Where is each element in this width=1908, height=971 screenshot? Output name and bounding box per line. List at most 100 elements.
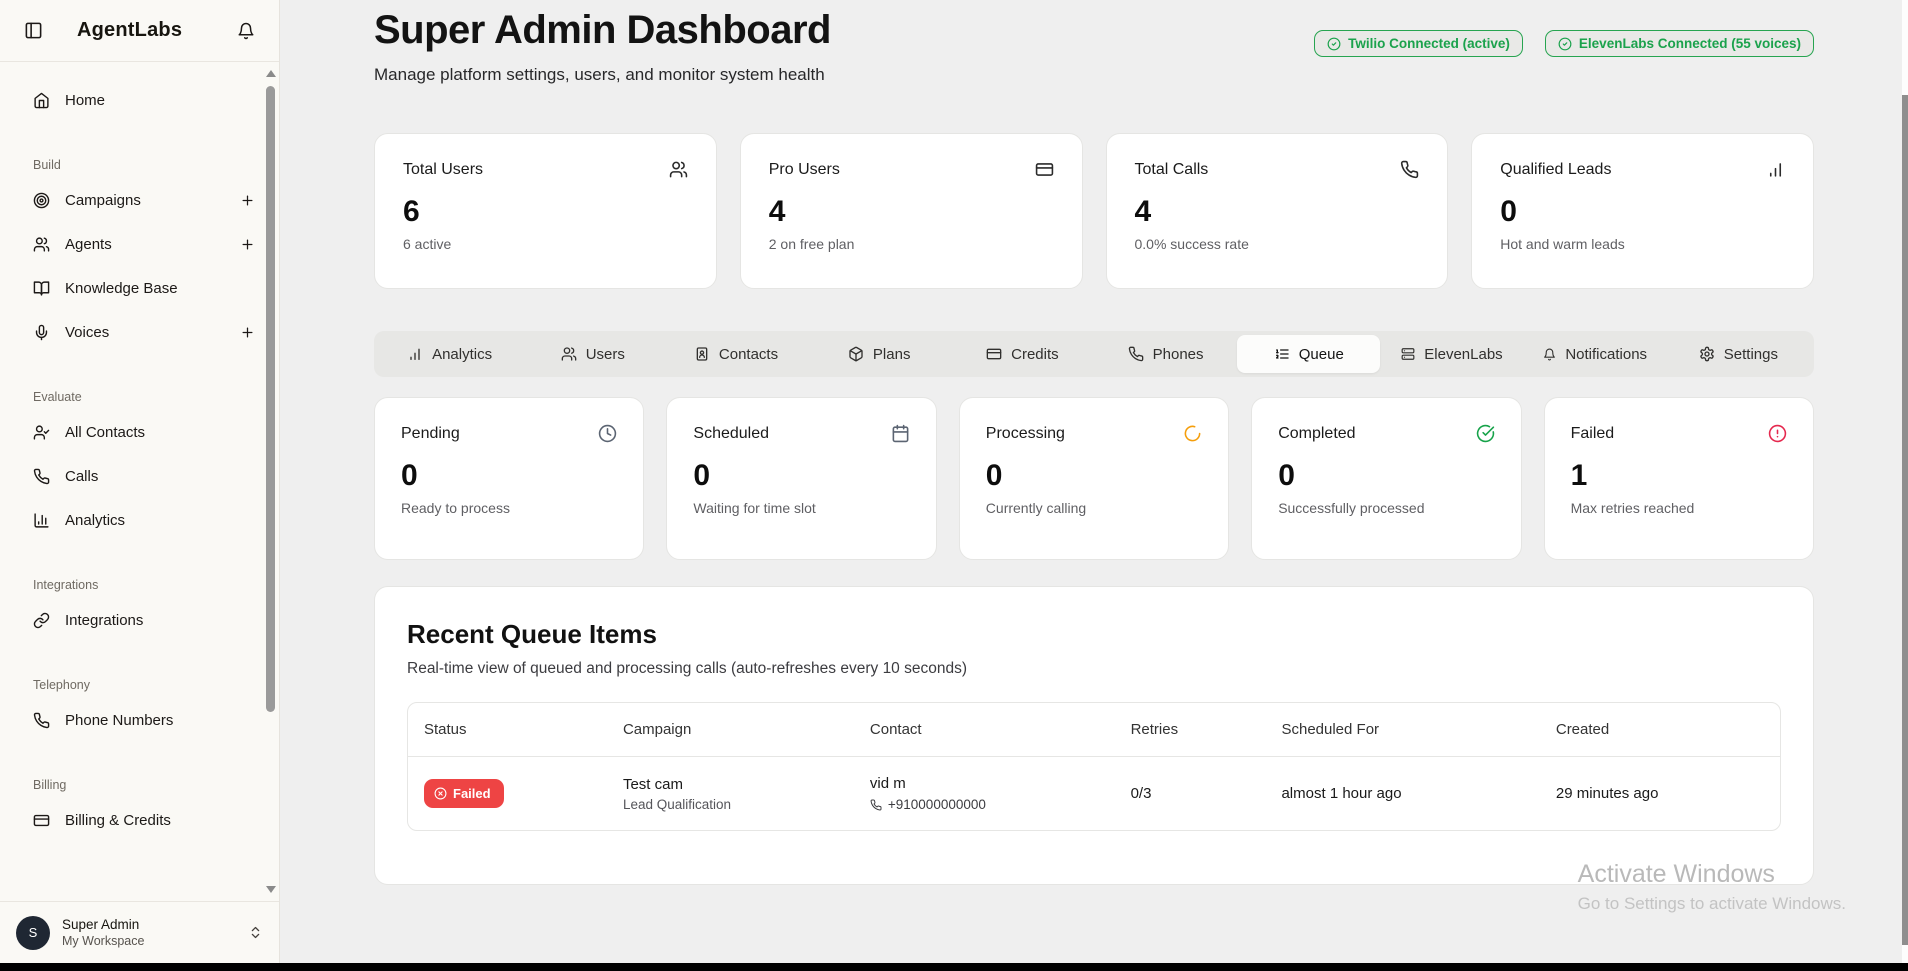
sidebar-section-billing: Billing bbox=[14, 778, 269, 792]
package-icon bbox=[848, 346, 864, 362]
tab-settings[interactable]: Settings bbox=[1667, 335, 1810, 373]
sidebar-item-label: Voices bbox=[65, 324, 109, 341]
mic-icon bbox=[33, 324, 50, 341]
server-icon bbox=[1401, 347, 1415, 361]
tab-elevenlabs[interactable]: ElevenLabs bbox=[1380, 335, 1523, 373]
target-icon bbox=[33, 192, 50, 209]
users-icon bbox=[561, 346, 577, 362]
book-open-icon bbox=[33, 280, 50, 297]
queue-sub: Successfully processed bbox=[1278, 500, 1494, 516]
signal-bars-icon bbox=[407, 346, 423, 362]
campaign-name: Test cam bbox=[623, 776, 838, 793]
col-contact: Contact bbox=[854, 703, 1115, 757]
queue-value: 0 bbox=[986, 459, 1202, 493]
user-name: Super Admin bbox=[62, 917, 144, 932]
plus-icon[interactable] bbox=[240, 237, 255, 252]
credit-card-icon bbox=[1035, 160, 1054, 179]
queue-sub: Ready to process bbox=[401, 500, 617, 516]
workspace-switcher[interactable]: S Super Admin My Workspace bbox=[0, 901, 279, 963]
spinner-icon bbox=[1183, 424, 1202, 443]
queue-sub: Max retries reached bbox=[1571, 500, 1787, 516]
col-campaign: Campaign bbox=[607, 703, 854, 757]
stat-sub: 6 active bbox=[403, 236, 688, 252]
col-created: Created bbox=[1540, 703, 1780, 757]
queue-value: 0 bbox=[1278, 459, 1494, 493]
queue-card-scheduled: Scheduled 0 Waiting for time slot bbox=[666, 397, 936, 560]
plus-icon[interactable] bbox=[240, 325, 255, 340]
sidebar-item-analytics[interactable]: Analytics bbox=[14, 498, 269, 542]
stat-card-total-users: Total Users 6 6 active bbox=[374, 133, 717, 289]
calendar-icon bbox=[891, 424, 910, 443]
bell-icon[interactable] bbox=[237, 22, 255, 40]
sidebar-section-evaluate: Evaluate bbox=[14, 390, 269, 404]
sidebar-item-campaigns[interactable]: Campaigns bbox=[14, 178, 269, 222]
queue-card-pending: Pending 0 Ready to process bbox=[374, 397, 644, 560]
sidebar-item-home[interactable]: Home bbox=[14, 78, 269, 122]
home-icon bbox=[33, 92, 50, 109]
page-title: Super Admin Dashboard bbox=[374, 8, 831, 53]
tab-plans[interactable]: Plans bbox=[808, 335, 951, 373]
created-value: 29 minutes ago bbox=[1556, 785, 1659, 802]
tab-contacts[interactable]: Contacts bbox=[664, 335, 807, 373]
signal-bars-icon bbox=[1766, 160, 1785, 179]
tab-bar: Analytics Users Contacts Plans Credits bbox=[374, 331, 1814, 377]
sidebar-item-integrations[interactable]: Integrations bbox=[14, 598, 269, 642]
sidebar-item-voices[interactable]: Voices bbox=[14, 310, 269, 354]
alert-circle-icon bbox=[1768, 424, 1787, 443]
sidebar-item-label: Analytics bbox=[65, 512, 125, 529]
twilio-status-badge: Twilio Connected (active) bbox=[1314, 30, 1523, 57]
contact-name: vid m bbox=[870, 775, 1099, 792]
contact-phone: +910000000000 bbox=[888, 797, 986, 812]
clock-icon bbox=[598, 424, 617, 443]
retries-value: 0/3 bbox=[1131, 785, 1152, 802]
sidebar: AgentLabs Home Build Campaigns Agents bbox=[0, 0, 280, 971]
app-window: AgentLabs Home Build Campaigns Agents bbox=[0, 0, 1908, 971]
sidebar-item-billing-credits[interactable]: Billing & Credits bbox=[14, 798, 269, 842]
table-row[interactable]: Failed Test cam Lead Qualification vid m bbox=[408, 757, 1780, 831]
scrollbar-thumb[interactable] bbox=[266, 86, 275, 712]
campaign-type: Lead Qualification bbox=[623, 797, 838, 812]
queue-value: 0 bbox=[401, 459, 617, 493]
sidebar-item-label: Agents bbox=[65, 236, 112, 253]
sidebar-item-agents[interactable]: Agents bbox=[14, 222, 269, 266]
chevrons-up-down-icon bbox=[248, 925, 263, 940]
col-retries: Retries bbox=[1115, 703, 1266, 757]
tab-queue[interactable]: Queue bbox=[1237, 335, 1380, 373]
page-scrollbar[interactable] bbox=[1902, 0, 1908, 963]
sidebar-item-label: Calls bbox=[65, 468, 98, 485]
credit-card-icon bbox=[986, 346, 1002, 362]
queue-card-failed: Failed 1 Max retries reached bbox=[1544, 397, 1814, 560]
users-icon bbox=[33, 236, 50, 253]
tab-phones[interactable]: Phones bbox=[1094, 335, 1237, 373]
sidebar-section-telephony: Telephony bbox=[14, 678, 269, 692]
table-header-row: Status Campaign Contact Retries Schedule… bbox=[408, 703, 1780, 757]
sidebar-item-all-contacts[interactable]: All Contacts bbox=[14, 410, 269, 454]
tab-analytics[interactable]: Analytics bbox=[378, 335, 521, 373]
scroll-up-arrow[interactable] bbox=[266, 70, 276, 77]
sidebar-item-phone-numbers[interactable]: Phone Numbers bbox=[14, 698, 269, 742]
scrollbar-thumb[interactable] bbox=[1902, 95, 1908, 945]
stat-sub: Hot and warm leads bbox=[1500, 236, 1785, 252]
tab-credits[interactable]: Credits bbox=[951, 335, 1094, 373]
workspace-name: My Workspace bbox=[62, 934, 144, 948]
sidebar-item-label: Campaigns bbox=[65, 192, 141, 209]
tab-notifications[interactable]: Notifications bbox=[1524, 335, 1667, 373]
sidebar-item-label: All Contacts bbox=[65, 424, 145, 441]
panel-toggle-icon[interactable] bbox=[24, 21, 43, 40]
gear-icon bbox=[1699, 346, 1715, 362]
sidebar-item-label: Knowledge Base bbox=[65, 280, 178, 297]
sidebar-item-knowledge-base[interactable]: Knowledge Base bbox=[14, 266, 269, 310]
stat-value: 4 bbox=[1135, 195, 1420, 229]
sidebar-item-label: Phone Numbers bbox=[65, 712, 173, 729]
scroll-down-arrow[interactable] bbox=[266, 886, 276, 893]
sidebar-item-calls[interactable]: Calls bbox=[14, 454, 269, 498]
phone-icon bbox=[1400, 160, 1419, 179]
stat-value: 6 bbox=[403, 195, 688, 229]
plus-icon[interactable] bbox=[240, 193, 255, 208]
scheduled-for-value: almost 1 hour ago bbox=[1281, 785, 1401, 802]
sidebar-scrollbar[interactable] bbox=[265, 66, 277, 897]
tab-users[interactable]: Users bbox=[521, 335, 664, 373]
recent-queue-items-card: Recent Queue Items Real-time view of que… bbox=[374, 586, 1814, 885]
contact-card-icon bbox=[694, 346, 710, 362]
phone-icon bbox=[1128, 346, 1144, 362]
